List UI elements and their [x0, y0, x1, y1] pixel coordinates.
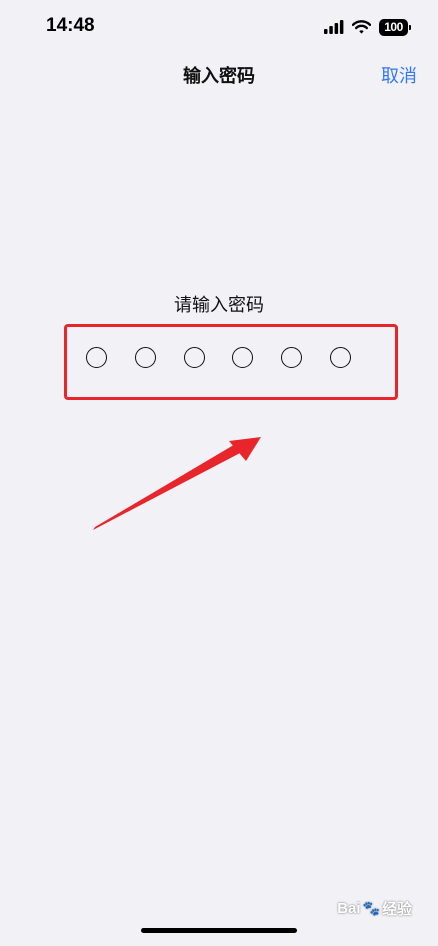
home-indicator[interactable] [141, 928, 297, 933]
annotation-arrow-icon [93, 437, 261, 530]
baidu-watermark: Bai 🐾 经验 [337, 900, 412, 918]
paw-logo-icon: 🐾 [362, 900, 380, 916]
